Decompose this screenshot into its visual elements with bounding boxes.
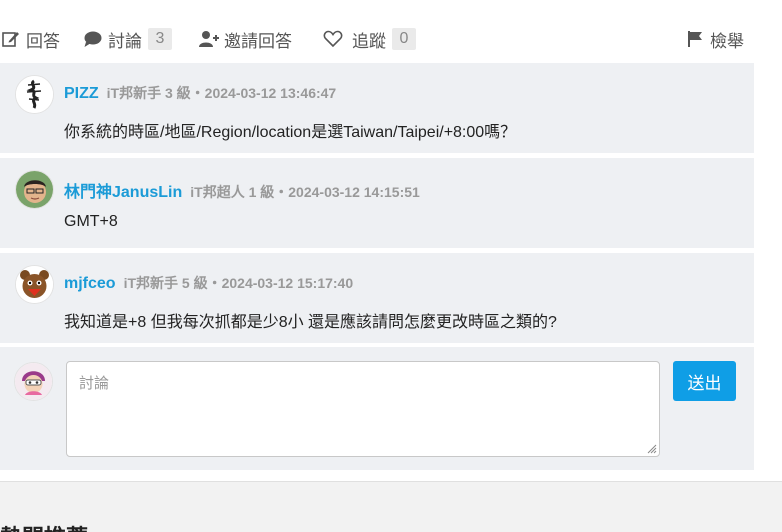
avatar[interactable]	[15, 75, 54, 114]
comment-author-link[interactable]: mjfceo	[64, 275, 116, 293]
question-action-bar: 回答 討論 3 邀請回答 追蹤 0 檢舉	[0, 0, 782, 62]
comment-text: GMT+8	[64, 213, 118, 230]
flag-icon	[684, 29, 706, 49]
recommendation-section: 熱門推薦	[0, 482, 782, 532]
comment-info: iT邦超人 1 級・2024-03-12 14:15:51	[190, 184, 420, 200]
submit-button[interactable]: 送出	[673, 361, 736, 401]
comment-text: 你系統的時區/地區/Region/location是選Taiwan/Taipei…	[64, 124, 517, 141]
comment-meta: mjfceo iT邦新手 5 級・2024-03-12 15:17:40	[64, 273, 353, 293]
user-plus-icon	[198, 29, 220, 49]
comment-item: mjfceo iT邦新手 5 級・2024-03-12 15:17:40 我知道…	[0, 253, 754, 343]
reply-textarea[interactable]	[66, 361, 660, 457]
avatar[interactable]	[15, 170, 54, 209]
follow-button[interactable]: 追蹤 0	[322, 27, 416, 51]
report-label: 檢舉	[710, 31, 744, 51]
invite-answer-button[interactable]: 邀請回答	[198, 27, 292, 51]
comment-button[interactable]: 討論 3	[82, 27, 172, 51]
comment-text: 我知道是+8 但我每次抓都是少8小 還是應該請問怎麼更改時區之類的?	[64, 314, 557, 331]
answer-button[interactable]: 回答	[0, 27, 60, 51]
reply-form: 送出	[0, 347, 754, 470]
section-title: 熱門推薦	[0, 520, 88, 532]
report-button[interactable]: 檢舉	[684, 27, 744, 51]
resize-handle-icon[interactable]	[645, 442, 657, 454]
comment-meta: PIZZ iT邦新手 3 級・2024-03-12 13:46:47	[64, 83, 336, 103]
edit-icon	[0, 29, 22, 49]
comment-info: iT邦新手 5 級・2024-03-12 15:17:40	[123, 275, 354, 291]
heart-icon	[322, 29, 344, 49]
comment-meta: 林門神JanusLin iT邦超人 1 級・2024-03-12 14:15:5…	[64, 178, 420, 202]
current-user-avatar	[14, 362, 53, 401]
comment-icon	[82, 29, 104, 49]
comment-item: PIZZ iT邦新手 3 級・2024-03-12 13:46:47 你系統的時…	[0, 63, 754, 153]
comment-count-badge: 3	[148, 28, 172, 50]
follow-label: 追蹤	[352, 31, 386, 51]
comment-author-link[interactable]: PIZZ	[64, 85, 99, 103]
comment-author-link[interactable]: 林門神JanusLin	[64, 178, 182, 202]
invite-label: 邀請回答	[224, 31, 292, 51]
answer-label: 回答	[26, 31, 60, 51]
comment-item: 林門神JanusLin iT邦超人 1 級・2024-03-12 14:15:5…	[0, 158, 754, 248]
avatar[interactable]	[15, 265, 54, 304]
follow-count-badge: 0	[392, 28, 416, 50]
comment-info: iT邦新手 3 級・2024-03-12 13:46:47	[106, 85, 337, 101]
comment-label: 討論	[108, 31, 142, 51]
